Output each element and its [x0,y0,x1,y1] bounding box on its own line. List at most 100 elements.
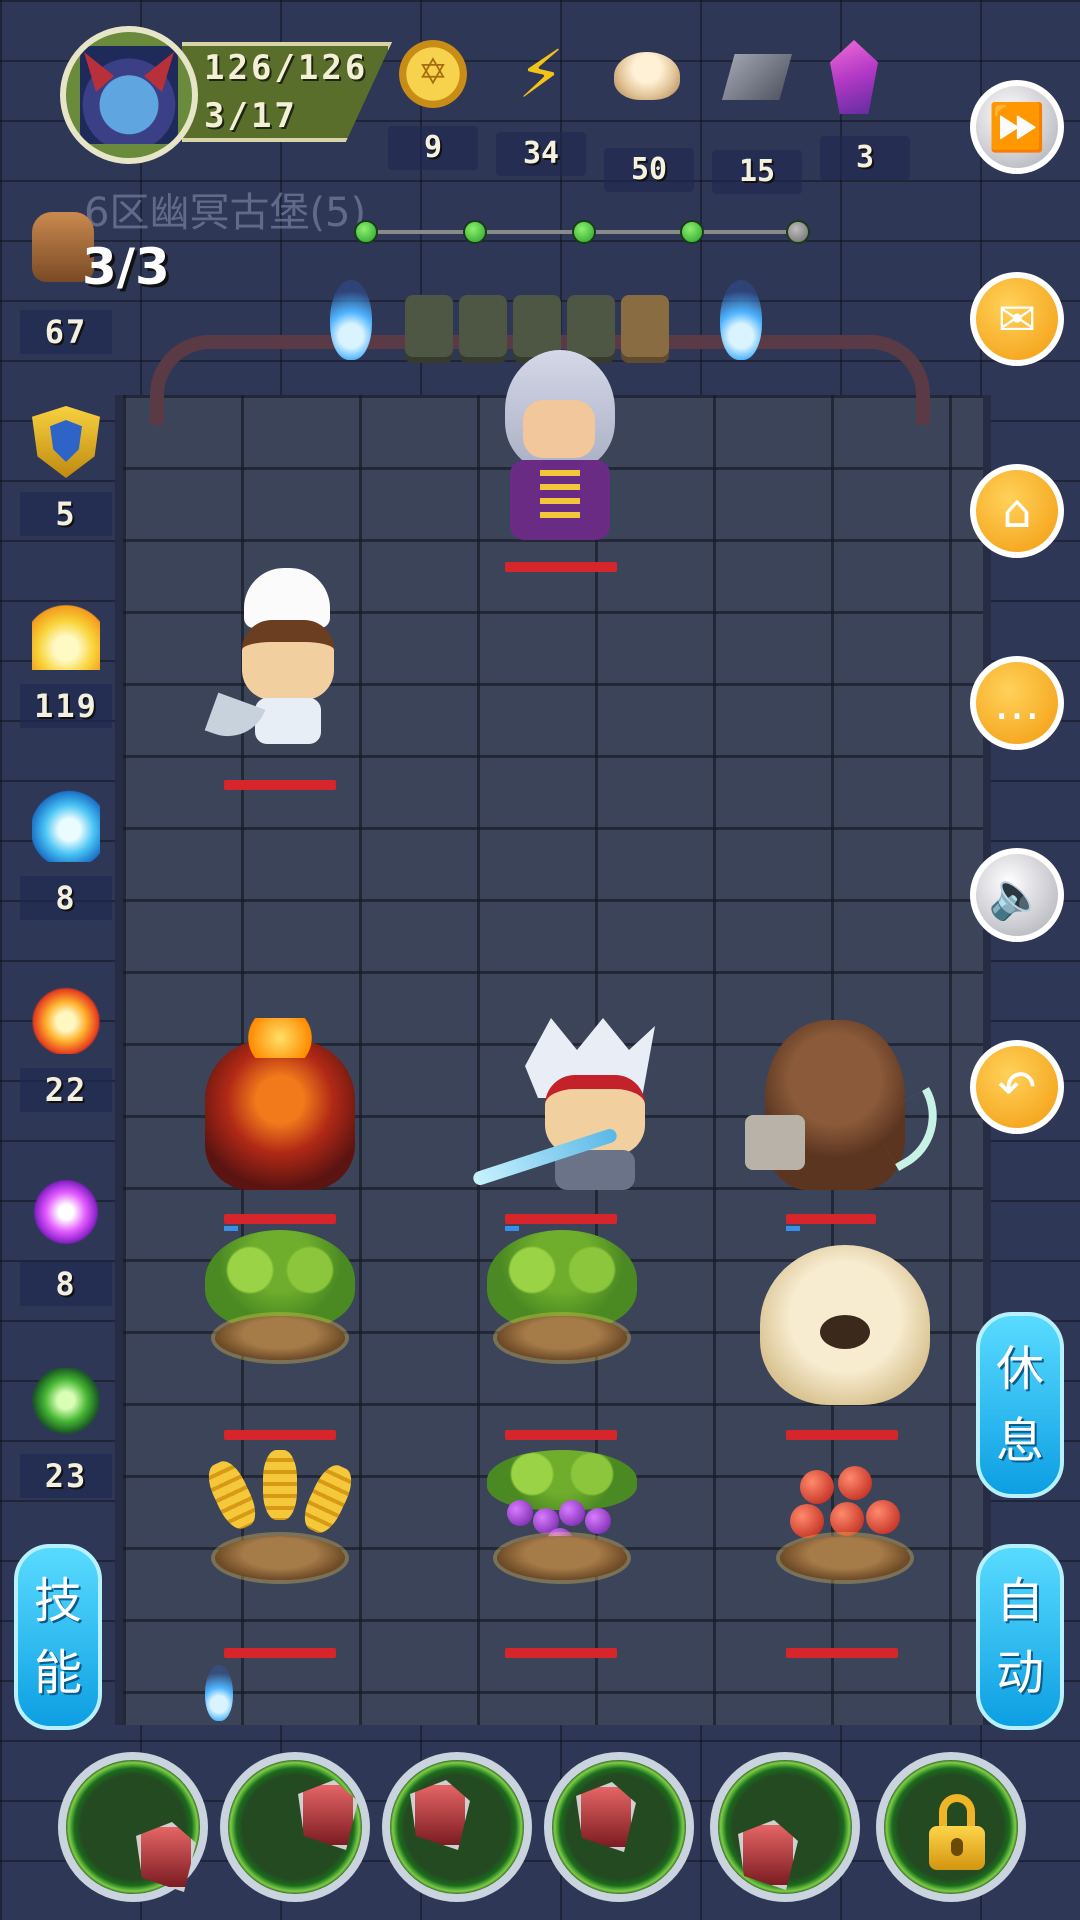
blue-torch-right [720,280,762,360]
steamed-bun-icon-wrap [614,52,684,130]
grape [585,1508,611,1534]
plant-leaves [205,1230,355,1330]
resource-bun: 50 [604,36,694,192]
cassava-plant-1[interactable] [195,1230,365,1360]
rest-label-1: 休 [995,1341,1044,1397]
plant-pot [497,1536,627,1580]
flame-value: 22 [20,1068,112,1112]
corn-plant[interactable] [195,1450,365,1580]
water-value: 8 [20,876,112,920]
boss-enemy-body[interactable] [510,460,610,540]
grape-plant[interactable] [477,1450,647,1580]
stat-lightning: 8 [20,1176,112,1306]
rest-label-2: 息 [995,1413,1044,1469]
lava-golem-unit[interactable] [205,1018,355,1190]
fast-forward-button[interactable]: ⏩ [970,80,1064,174]
resource-ingot: 15 [712,36,802,194]
gem-value: 3 [820,136,910,180]
corn-hp-bar [224,1648,336,1658]
tomato-plant[interactable] [760,1450,930,1580]
tomato [800,1470,834,1504]
locked-slot[interactable] [876,1752,1026,1902]
crystal-gem-icon-wrap [830,40,900,118]
progress-node-5 [786,220,810,244]
mail-icon: ✉ [997,292,1037,346]
plant-pot [497,1316,627,1360]
attack-value: 67 [20,310,112,354]
plant-pot [215,1316,345,1360]
progress-node-3 [572,220,596,244]
iron-ingot-icon [722,54,792,100]
cassava-1-hp-bar [224,1430,336,1440]
minotaur-unit[interactable] [745,1020,905,1190]
mail-button[interactable]: ✉ [970,272,1064,366]
skill-slot-3[interactable] [382,1752,532,1902]
cassava-plant-2[interactable] [477,1230,647,1360]
boss-enemy-head[interactable] [505,350,615,470]
corn-cob [201,1456,263,1534]
chow-dog-unit[interactable] [760,1245,930,1405]
blue-torch-left [330,280,372,360]
chat-button[interactable]: … [970,656,1064,750]
rest-button[interactable]: 休 息 [976,1312,1064,1498]
ingot-value: 15 [712,150,802,194]
resource-gem: 3 [820,36,910,180]
skill-label-2: 能 [33,1645,82,1701]
slot-fragment-icon [410,1780,470,1850]
lava-golem-hp-bar [224,1214,336,1224]
lightning-icon [32,1176,100,1248]
return-icon: ↶ [997,1060,1037,1114]
corn-cob [297,1460,359,1538]
plant-pot [780,1536,910,1580]
skill-slot-2[interactable] [220,1752,370,1902]
stat-water: 8 [20,790,112,920]
chef-enemy[interactable] [242,620,334,700]
skill-slot-5[interactable] [710,1752,860,1902]
slot-fragment-icon [298,1780,358,1850]
plant-pot [215,1536,345,1580]
energy-bolt-icon [506,36,576,114]
auto-button[interactable]: 自 动 [976,1544,1064,1730]
crystal-gem-icon [830,40,878,114]
tomato [838,1466,872,1500]
sound-button[interactable]: 🔈 [970,848,1064,942]
stat-flame: 22 [20,982,112,1112]
bat-creature-portrait [80,46,178,144]
slot-fragment-icon [576,1782,636,1852]
poison-icon [32,1368,100,1440]
lightning-value: 8 [20,1262,112,1306]
dog-hp-bar [786,1430,898,1440]
return-button[interactable]: ↶ [970,1040,1064,1134]
iron-ingot-icon-wrap [722,54,792,132]
progress-node-4 [680,220,704,244]
auto-label-1: 自 [995,1573,1044,1629]
bun-value: 50 [604,148,694,192]
chef-enemy-body [255,698,321,744]
skill-slot-4[interactable] [544,1752,694,1902]
minotaur-shield-bar [786,1226,800,1231]
player-avatar[interactable] [60,26,198,164]
tomato [790,1504,824,1538]
boss-hp-bar [505,562,617,572]
chat-icon: … [994,676,1040,730]
chef-hp-bar [224,780,336,790]
blue-torch-bottom [205,1665,233,1721]
stat-attack: 67 [20,296,112,354]
stat-holy-fire: 119 [20,598,112,728]
grape [559,1500,585,1526]
grape-hp-bar [505,1648,617,1658]
plant-leaves [487,1450,637,1510]
sound-icon: 🔈 [988,867,1046,922]
progress-node-2 [463,220,487,244]
hero-hp-bar [505,1214,617,1224]
minotaur-hp-bar [786,1214,876,1224]
resource-gold: 9 [388,36,478,170]
skill-button[interactable]: 技 能 [14,1544,102,1730]
attack-count: 3/3 [82,238,170,296]
skill-slot-1[interactable] [58,1752,208,1902]
home-button[interactable]: ⌂ [970,464,1064,558]
auto-label-2: 动 [995,1645,1044,1701]
plant-leaves [487,1230,637,1330]
holy-fire-icon [32,598,100,670]
gate-stones [405,295,669,363]
